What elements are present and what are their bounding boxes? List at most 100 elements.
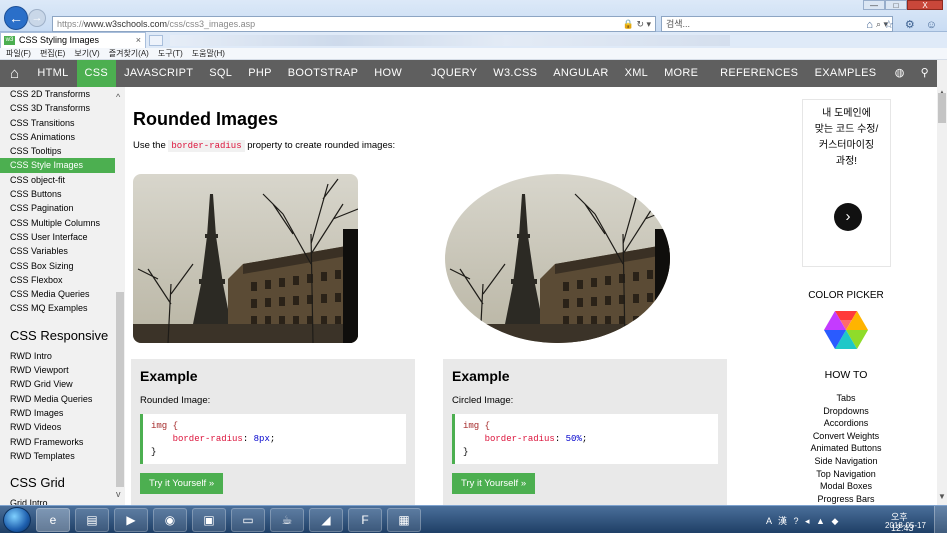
topnav-item-css[interactable]: CSS [76,60,117,87]
sidebar-item[interactable]: CSS Variables [0,244,125,258]
topnav-item-more[interactable]: MORE ▼ [656,60,712,105]
sidebar-item[interactable]: CSS 3D Transforms [0,101,125,115]
howto-link[interactable]: Side Navigation [797,455,895,468]
howto-link[interactable]: Dropdowns [797,405,895,418]
howto-link[interactable]: Modal Boxes [797,480,895,493]
explorer-icon[interactable]: ▤ [75,508,109,532]
topnav-item-label: CSS [84,67,109,79]
sidebar-item[interactable]: CSS object-fit [0,173,125,187]
menu-item[interactable]: 즐겨찾기(A) [109,49,149,58]
tab-close-icon[interactable]: × [136,33,141,47]
sidebar-item[interactable]: CSS Style Images [0,158,115,173]
page-scrollbar[interactable]: ▲ ▼ [937,60,947,505]
ad-banner[interactable]: 내 도메인에 맞는 코드 수정/ 커스터마이징 과정! › [802,99,891,267]
sidebar-item[interactable]: CSS Buttons [0,187,125,201]
sidebar-item[interactable]: RWD Templates [0,449,125,463]
notepad-icon[interactable]: ▦ [387,508,421,532]
sidebar-item[interactable]: CSS Tooltips [0,144,125,158]
topnav-item-jquery[interactable]: JQUERY [423,60,485,87]
tab-css-styling-images[interactable]: w3 CSS Styling Images × [0,32,146,48]
scroll-up-icon[interactable]: ^ [116,92,120,102]
sidebar-item[interactable]: CSS Pagination [0,201,125,215]
browser-search-input[interactable]: 검색... ⌕ ▾ [661,16,893,32]
menu-item[interactable]: 편집(E) [40,49,65,58]
chrome-icon[interactable]: ◉ [153,508,187,532]
menu-item[interactable]: 보기(V) [74,49,99,58]
sidebar-item[interactable]: RWD Images [0,406,125,420]
filezilla-icon[interactable]: F [348,508,382,532]
sidebar-item[interactable]: RWD Frameworks [0,435,125,449]
howto-link[interactable]: Top Navigation [797,468,895,481]
topnav-item-javascript[interactable]: JAVASCRIPT [116,60,201,87]
minimize-button[interactable]: — [863,0,885,10]
sidebar-item[interactable]: CSS User Interface [0,230,125,244]
search-icon[interactable]: ⚲ [913,60,937,87]
color-picker-hexagon-icon[interactable] [824,310,868,350]
try-it-yourself-button[interactable]: Try it Yourself » [452,473,536,494]
sidebar-item[interactable]: RWD Videos [0,420,125,434]
sidebar-item[interactable]: CSS MQ Examples [0,301,125,315]
sidebar-item[interactable]: RWD Viewport [0,363,125,377]
java-icon[interactable]: ☕ [270,508,304,532]
start-button[interactable] [3,507,31,533]
sidebar-item[interactable]: Grid Intro [0,496,125,505]
tray-icons[interactable]: A 漢 ? ◂ ▲ ◆ [766,514,840,527]
refresh-icon[interactable]: 🔒 ↻ ▾ [623,17,651,31]
forward-button[interactable]: → [28,9,46,27]
color-picker-heading[interactable]: COLOR PICKER [797,290,895,301]
topnav-item-how-to[interactable]: HOW TO [366,60,423,106]
topnav-examples[interactable]: EXAMPLES ▼ [807,60,887,105]
sidebar-item[interactable]: RWD Media Queries [0,392,125,406]
sidebar-item[interactable]: CSS Animations [0,130,125,144]
clock-date[interactable]: 2018-05-17 [885,521,926,530]
sidebar-item[interactable]: RWD Grid View [0,377,125,391]
sidebar-item[interactable]: RWD Intro [0,349,125,363]
menu-item[interactable]: 파일(F) [6,49,31,58]
back-button[interactable]: ← [4,6,28,30]
browser-tools-icons[interactable]: ⌂ ☆ ⚙ ☺ [866,18,941,31]
ad-arrow-button[interactable]: › [834,203,862,231]
sidebar-item[interactable]: CSS Box Sizing [0,259,125,273]
cmd-icon[interactable]: ▭ [231,508,265,532]
media-player-icon[interactable]: ▶ [114,508,148,532]
howto-link[interactable]: Tabs [797,392,895,405]
sidebar-item[interactable]: CSS 2D Transforms [0,87,125,101]
topnav-item-bootstrap[interactable]: BOOTSTRAP [280,60,367,87]
howto-link[interactable]: Animated Buttons [797,442,895,455]
menu-item[interactable]: 도구(T) [158,49,183,58]
code-snippet: img { border-radius: 8px; } [140,414,406,464]
show-desktop-button[interactable] [934,506,947,534]
close-window-button[interactable]: X [907,0,943,10]
topnav-item-php[interactable]: PHP [240,60,280,87]
topnav-item-w3-css[interactable]: W3.CSS [485,60,545,87]
new-tab-button[interactable] [149,35,163,46]
howto-link[interactable]: Accordions [797,417,895,430]
topnav-item-xml[interactable]: XML [617,60,657,87]
sidebar-scroll-thumb[interactable] [116,292,124,487]
paris-photo-svg [133,174,358,343]
topnav-references[interactable]: REFERENCES ▼ [712,60,807,105]
howto-link[interactable]: Convert Weights [797,430,895,443]
vscode-icon[interactable]: ◢ [309,508,343,532]
menu-item[interactable]: 도움말(H) [192,49,225,58]
page-scroll-thumb[interactable] [938,93,946,123]
maximize-button[interactable]: □ [885,0,907,10]
sidebar-item[interactable]: CSS Multiple Columns [0,216,125,230]
topnav-item-angular[interactable]: ANGULAR [545,60,616,87]
address-bar[interactable]: https://www.w3schools.com/css/css3_image… [52,16,656,32]
sidebar-item[interactable]: CSS Media Queries [0,287,125,301]
home-icon[interactable]: ⌂ [0,60,29,87]
sidebar-item[interactable]: CSS Transitions [0,116,125,130]
app-icon[interactable]: ▣ [192,508,226,532]
sidebar-item[interactable]: CSS Flexbox [0,273,125,287]
try-it-yourself-button[interactable]: Try it Yourself » [140,473,224,494]
howto-link[interactable]: Progress Bars [797,493,895,506]
ime-indicator[interactable]: A 漢 [766,516,789,526]
topnav-item-html[interactable]: HTML [29,60,76,87]
scroll-down-icon[interactable]: ▼ [938,492,946,501]
scroll-down-icon[interactable]: v [116,489,121,499]
topnav-item-sql[interactable]: SQL [201,60,240,87]
sidebar-scrollbar[interactable]: ^ v [115,87,125,505]
ie-icon[interactable]: e [36,508,70,532]
globe-icon[interactable]: ◍ [887,60,913,87]
